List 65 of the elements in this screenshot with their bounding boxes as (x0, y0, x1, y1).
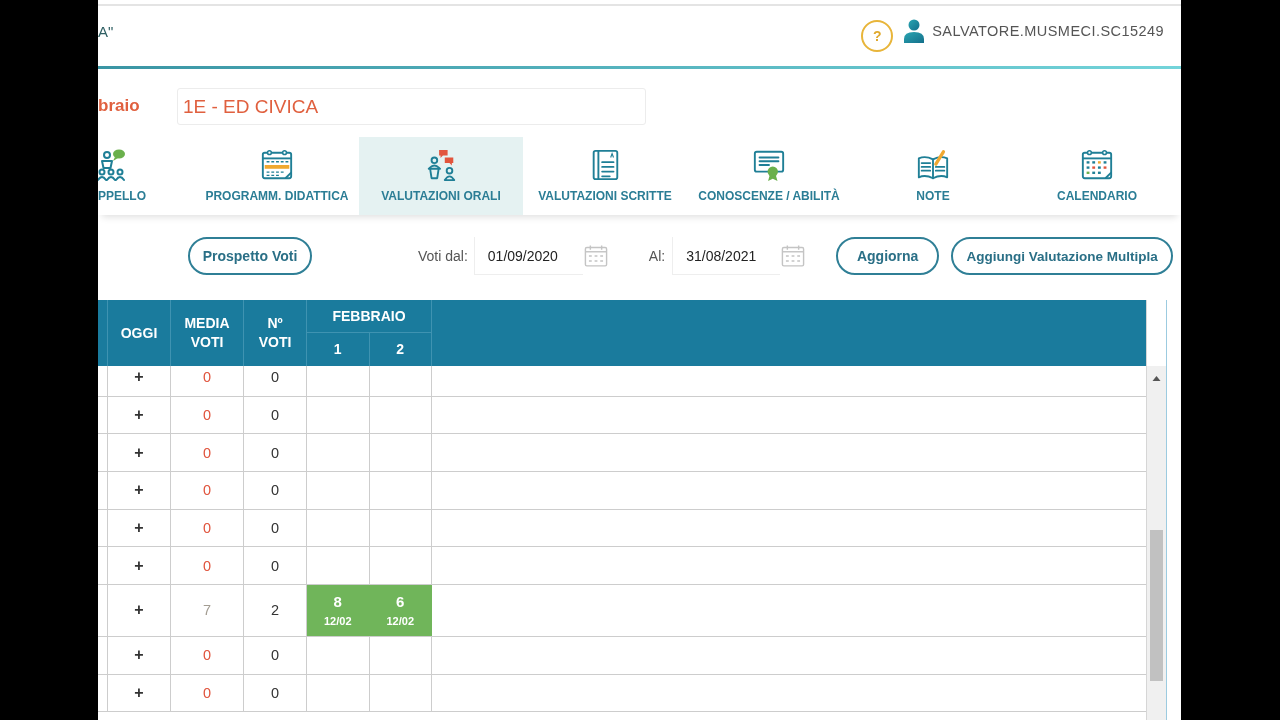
refresh-button[interactable]: Aggiorna (836, 237, 940, 275)
add-grade-button[interactable]: + (132, 683, 146, 702)
add-grade-button[interactable]: + (132, 601, 146, 620)
nav-tab[interactable]: VALUTAZIONI ORALI (359, 137, 523, 215)
certificate-icon (751, 148, 787, 182)
grade-average: 0 (202, 407, 212, 423)
grade-count: 2 (270, 602, 280, 619)
grade-value: 8 (333, 592, 342, 611)
add-grade-button[interactable]: + (132, 368, 146, 387)
month-header: FEBBRAIO (307, 300, 432, 333)
scrollbar-thumb[interactable] (1150, 530, 1163, 681)
add-grade-button[interactable]: + (132, 556, 146, 575)
grade-count: 0 (270, 407, 280, 423)
grade-count: 0 (270, 444, 280, 461)
grade-count: 0 (270, 519, 280, 536)
date-field[interactable]: 31/08/2021 (672, 237, 781, 275)
grade-average: 0 (202, 444, 212, 461)
column-header: Nº VOTI (244, 300, 307, 366)
date-field[interactable]: 01/09/2020 (473, 237, 583, 275)
grade-average: 0 (202, 369, 212, 386)
scrollbar[interactable] (1147, 366, 1166, 720)
period-label-fragment: braio (98, 95, 141, 116)
nav-tab[interactable]: NOTE (851, 137, 1015, 215)
planner-calendar-icon (259, 148, 295, 182)
calendar-icon (1079, 148, 1115, 182)
summary-button[interactable]: Prospetto Voti (188, 237, 312, 275)
add-grade-button[interactable]: + (132, 443, 146, 462)
add-grade-button[interactable]: + (132, 481, 146, 500)
add-grade-button[interactable]: + (132, 518, 146, 537)
grade-average: 0 (202, 684, 212, 701)
grade-date: 12/02 (324, 613, 352, 628)
grade-average: 0 (202, 482, 212, 499)
nav-tab[interactable]: PROGRAMM. DIDATTICA (195, 137, 359, 215)
column-header: OGGI (108, 300, 171, 366)
date-label: Voti dal: (418, 248, 468, 264)
user-icon (904, 19, 925, 43)
grade-average: 0 (202, 647, 212, 664)
nav-tab[interactable]: CALENDARIO (1015, 137, 1179, 215)
grade-average: 7 (202, 602, 212, 619)
column-header: MEDIA VOTI (171, 300, 244, 366)
grade-average: 0 (202, 557, 212, 574)
class-field[interactable]: 1E - ED CIVICA (177, 88, 646, 125)
book-pencil-icon (915, 148, 951, 182)
grade-count: 0 (270, 557, 280, 574)
user-name[interactable]: SALVATORE.MUSMECI.SC15249 (932, 23, 1164, 39)
nav-tab[interactable]: PPELLO (98, 137, 195, 215)
grade-count: 0 (270, 369, 280, 386)
grade-count: 0 (270, 647, 280, 664)
grade-value: 6 (396, 592, 405, 611)
day-header: 2 (369, 333, 432, 366)
calendar-icon[interactable] (582, 244, 609, 268)
nav-tab[interactable]: VALUTAZIONI SCRITTE (523, 137, 687, 215)
page-title-fragment: A" (98, 22, 114, 40)
grade-average: 0 (202, 519, 212, 536)
nav-tab[interactable]: CONOSCENZE / ABILITÀ (687, 137, 851, 215)
grade-count: 0 (270, 482, 280, 499)
add-grade-button[interactable]: + (132, 406, 146, 424)
day-header: 1 (307, 333, 370, 366)
add-grade-button[interactable]: + (132, 646, 146, 665)
grade-date: 12/02 (386, 613, 414, 628)
calendar-icon[interactable] (780, 244, 807, 268)
grade-count: 0 (270, 684, 280, 701)
add-multiple-grades-button[interactable]: Aggiungi Valutazione Multipla (951, 237, 1174, 275)
scroll-up-arrow-icon[interactable] (1152, 376, 1161, 381)
date-label: Al: (648, 248, 666, 264)
